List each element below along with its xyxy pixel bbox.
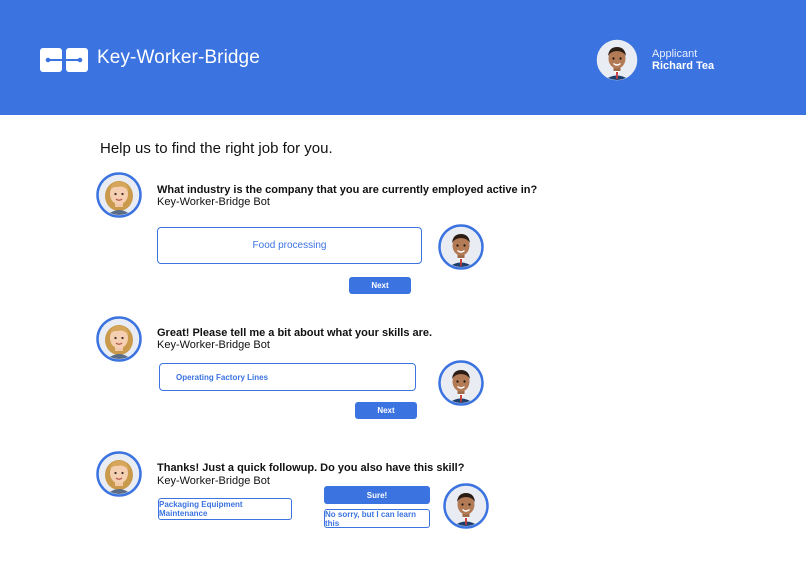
skill-chip: Packaging Equipment Maintenance [158,498,292,520]
applicant-role-label: Applicant [652,48,698,60]
industry-answer-text: Food processing [252,240,327,251]
applicant-avatar[interactable] [594,37,640,83]
learn-this-button[interactable]: No sorry, but I can learn this [324,509,430,528]
bot-avatar [96,451,142,497]
sure-button[interactable]: Sure! [324,486,430,504]
skills-answer-text: Operating Factory Lines [176,372,269,382]
bot-question: What industry is the company that you ar… [157,184,538,196]
bot-sender-label: Key-Worker-Bridge Bot [157,339,270,351]
bridge-logo-icon [40,48,88,72]
bot-question: Thanks! Just a quick followup. Do you al… [157,462,465,474]
next-button[interactable]: Next [355,402,417,419]
user-avatar [438,360,484,406]
page-title: Help us to find the right job for you. [100,140,333,157]
skills-answer-field[interactable]: Operating Factory Lines [159,363,416,391]
bot-sender-label: Key-Worker-Bridge Bot [157,196,270,208]
user-avatar [438,224,484,270]
user-avatar [443,483,489,529]
bot-question: Great! Please tell me a bit about what y… [157,327,433,339]
bot-sender-label: Key-Worker-Bridge Bot [157,475,270,487]
app-header: Key-Worker-Bridge Applicant Richard Tea [0,0,806,115]
industry-answer-field[interactable]: Food processing [157,227,422,264]
applicant-name: Richard Tea [652,60,715,72]
bot-avatar [96,172,142,218]
next-button[interactable]: Next [349,277,411,294]
brand-name: Key-Worker-Bridge [97,47,260,68]
bot-avatar [96,316,142,362]
